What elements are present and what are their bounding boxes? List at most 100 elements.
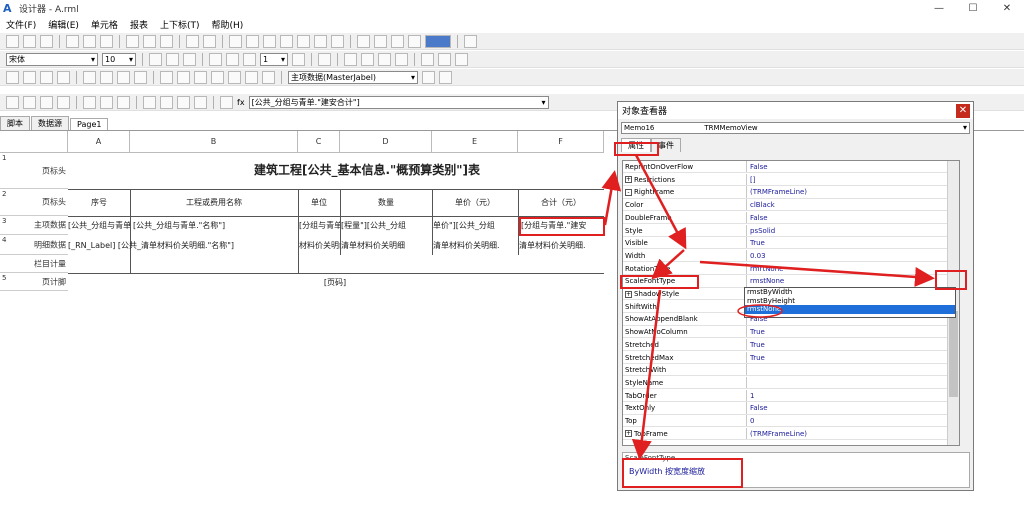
header-quantity[interactable]: 数量 [340,197,432,208]
expand-icon[interactable]: + [625,290,632,298]
paste-icon[interactable] [160,34,173,48]
column-header-b[interactable]: B [130,131,298,153]
same-size-icon[interactable] [245,70,258,84]
maximize-button[interactable]: ☐ [956,0,990,17]
checkbox-icon[interactable] [314,34,327,48]
close-button[interactable]: ✕ [990,0,1024,17]
property-row[interactable]: Visible True [623,237,959,250]
frame-top-icon[interactable] [40,70,53,84]
cell-a3[interactable]: [公共_分组与青单."序 [68,220,130,231]
column-header-f[interactable]: F [518,131,604,153]
insert-field-icon[interactable] [6,95,19,109]
property-value[interactable]: False [750,161,768,173]
property-row[interactable]: RotationType rmrtNone [623,262,959,275]
align-right-icon[interactable] [378,52,391,66]
exit-icon[interactable] [464,34,477,48]
property-row[interactable]: TextOnly False [623,402,959,415]
insert-line-icon[interactable] [160,95,173,109]
property-value[interactable]: [] [750,174,755,186]
property-row[interactable]: Stretched True [623,338,959,352]
property-row[interactable]: DoubleFrame False [623,211,959,225]
expand-icon[interactable]: + [625,430,632,438]
row-header-2[interactable]: 2 页标头 [0,189,68,216]
font-name-select[interactable]: 宋体 [6,52,98,66]
column-header-c[interactable]: C [298,131,340,153]
merge-cells-icon[interactable] [263,34,276,48]
header-unit[interactable]: 单位 [298,197,340,208]
property-row[interactable]: Top 0 [623,415,959,428]
object-select[interactable]: Memo16 TRMMemoView [621,122,970,134]
cell-d3[interactable]: [程量"][公共_分组 [341,220,432,231]
property-value[interactable]: (TRMFrameLine) [750,186,807,198]
line-width-select[interactable]: 1 [260,52,288,66]
undo-icon[interactable] [186,34,199,48]
expression-editor-icon[interactable] [220,95,233,109]
tab-page1[interactable]: Page1 [70,118,109,130]
frame-right-icon[interactable] [23,70,36,84]
insert-row-icon[interactable] [229,34,242,48]
property-row[interactable]: ScaleFontType rmstNone [623,275,959,288]
align-grid-icon[interactable] [357,34,370,48]
property-value[interactable]: True [750,237,765,249]
dropdown-option[interactable]: rmstByWidth [745,288,955,297]
menu-report[interactable]: 报表 [124,18,154,31]
align-objects-left-icon[interactable] [160,70,173,84]
delete-row-icon[interactable] [246,34,259,48]
property-row[interactable]: - RightFrame (TRMFrameLine) [623,186,959,199]
property-row[interactable]: StretchedMax True [623,351,959,364]
cell-c3[interactable]: [分组与青单 [299,220,340,231]
grid-icon[interactable] [280,34,293,48]
bold-icon[interactable] [149,52,162,66]
row-header-3[interactable]: 3 主项数据 [0,216,68,235]
property-row[interactable]: ReprintOnOverFlow False [623,161,959,174]
line-color-icon[interactable] [243,52,256,66]
property-value[interactable]: True [750,339,765,351]
add-band-icon[interactable] [422,70,435,84]
frame-all-icon[interactable] [83,70,96,84]
cell-d4[interactable]: 清单材料价关明细 [341,240,432,251]
expression-input[interactable]: [公共_分组与青单."建安合计"] [248,95,549,109]
align-objects-right-icon[interactable] [194,70,207,84]
insert-chart-icon[interactable] [117,95,130,109]
underline-icon[interactable] [183,52,196,66]
delete-band-icon[interactable] [439,70,452,84]
tab-properties[interactable]: 属性 [621,138,651,152]
header-price[interactable]: 单价（元） [432,197,518,208]
property-value[interactable]: rmrtNone [750,263,783,275]
page-number-cell[interactable]: [页码] [298,277,372,288]
tab-events[interactable]: 事件 [651,138,681,152]
property-value[interactable]: True [750,352,765,364]
spacing-icon[interactable] [262,70,275,84]
snap-icon[interactable] [374,34,387,48]
cell-e3[interactable]: 单价"][公共_分组 [433,220,518,231]
cell-a4[interactable]: [_RN_Label] [公共_清单材料价关明细."名称"] [68,240,298,251]
property-row[interactable]: + TopFrame (TRMFrameLine) [623,427,959,440]
page-icon[interactable] [331,34,344,48]
report-title[interactable]: 建筑工程[公共_基本信息."概预算类别"]表 [130,161,604,178]
header-total[interactable]: 合计（元） [518,197,604,208]
row-header-1[interactable]: 1 页标头 [0,153,68,189]
row-header-6[interactable]: 5 页计脚 [0,273,68,291]
property-value[interactable]: 0 [750,415,754,427]
font-size-select[interactable]: 10 [102,52,136,66]
align-objects-center-icon[interactable] [177,70,190,84]
row-header-4[interactable]: 4 明细数据 [0,235,68,255]
property-value[interactable]: 0.03 [750,250,766,262]
valign-middle-icon[interactable] [438,52,451,66]
column-header-e[interactable]: E [432,131,518,153]
inspector-close-icon[interactable]: ✕ [956,103,970,118]
minimize-button[interactable]: — [922,0,956,17]
header-name[interactable]: 工程或费用名称 [130,197,298,208]
column-header-a[interactable]: A [68,131,130,153]
row-header-5[interactable]: 栏目计量 [0,255,68,273]
property-value[interactable]: True [750,326,765,338]
copy-icon[interactable] [143,34,156,48]
property-row[interactable]: TabOrder 1 [623,389,959,402]
header-index[interactable]: 序号 [68,197,130,208]
dropdown-option-selected[interactable]: rmstNone [745,305,955,315]
cell-e4[interactable]: 清单材料价关明细. [433,240,518,251]
new-file-icon[interactable] [6,34,19,48]
dropdown-option[interactable]: rmstByHeight [745,297,955,306]
fill-color-icon[interactable] [226,52,239,66]
page-setup-icon[interactable] [100,34,113,48]
